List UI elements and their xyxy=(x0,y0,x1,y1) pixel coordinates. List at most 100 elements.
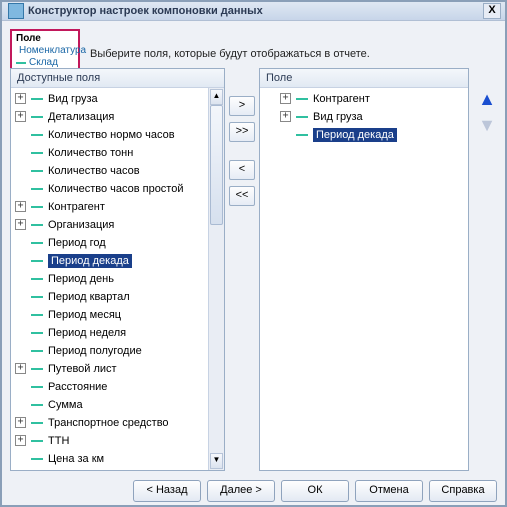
tree-item-label: ТТН xyxy=(48,435,69,447)
tree-item[interactable]: Период неделя xyxy=(11,324,224,342)
selected-fields-pane: Поле + Контрагент +Вид груза Период декада xyxy=(259,68,469,471)
tree-item[interactable]: Сумма xyxy=(11,396,224,414)
expand-icon[interactable]: + xyxy=(15,435,26,446)
cancel-button[interactable]: Отмена xyxy=(355,480,423,502)
tree-item-label: Контрагент xyxy=(313,93,370,105)
field-icon xyxy=(31,242,43,244)
move-up-button[interactable]: ▲ xyxy=(477,90,497,110)
field-icon xyxy=(31,368,43,370)
tree-item-label: Период неделя xyxy=(48,327,126,339)
scroll-thumb[interactable] xyxy=(210,105,223,225)
selected-fields-title: Поле xyxy=(260,69,468,88)
tree-item-label: Организация xyxy=(48,219,114,231)
tree-item[interactable]: +Транспортное средство xyxy=(11,414,224,432)
remove-all-button[interactable]: << xyxy=(229,186,255,206)
main-panels: Доступные поля +Вид груза+ДетализацияКол… xyxy=(10,68,497,471)
tree-item[interactable]: Период квартал xyxy=(11,288,224,306)
expand-spacer xyxy=(15,309,26,320)
tree-item-label: Детализация xyxy=(48,111,114,123)
tree-item[interactable]: Период полугодие xyxy=(11,342,224,360)
scroll-up-button[interactable]: ▲ xyxy=(210,89,223,105)
window-title: Конструктор настроек компоновки данных xyxy=(28,5,483,17)
tree-item-label: Цена за км xyxy=(48,453,104,465)
field-icon xyxy=(296,98,308,100)
scroll-down-button[interactable]: ▼ xyxy=(210,453,223,469)
expand-spacer xyxy=(15,255,26,266)
expand-icon[interactable]: + xyxy=(15,201,26,212)
expand-icon[interactable]: + xyxy=(15,111,26,122)
remove-button[interactable]: < xyxy=(229,160,255,180)
reorder-buttons: ▲ ▼ xyxy=(477,90,497,471)
field-icon xyxy=(31,422,43,424)
tree-item[interactable]: + Организация xyxy=(11,216,224,234)
dialog-window: Конструктор настроек компоновки данных X… xyxy=(0,0,507,507)
tree-item-label: Сумма xyxy=(48,399,83,411)
tree-item[interactable]: +Вид груза xyxy=(260,108,468,126)
tree-item[interactable]: Цена за км xyxy=(11,450,224,468)
tree-item[interactable]: +Вид груза xyxy=(11,90,224,108)
tree-item-label: Период квартал xyxy=(48,291,130,303)
expand-spacer xyxy=(15,345,26,356)
selected-fields-tree: + Контрагент +Вид груза Период декада xyxy=(260,88,468,146)
tree-item[interactable]: + Путевой лист xyxy=(11,360,224,378)
tree-item-label: Период полугодие xyxy=(48,345,142,357)
field-icon xyxy=(31,458,43,460)
field-icon xyxy=(31,278,43,280)
move-down-button[interactable]: ▼ xyxy=(477,116,497,136)
available-fields-scroll[interactable]: +Вид груза+ДетализацияКоличество нормо ч… xyxy=(11,88,224,470)
add-all-button[interactable]: >> xyxy=(229,122,255,142)
available-fields-tree: +Вид груза+ДетализацияКоличество нормо ч… xyxy=(11,88,224,470)
expand-spacer xyxy=(280,129,291,140)
field-icon xyxy=(31,188,43,190)
field-icon xyxy=(31,332,43,334)
tree-item-label: Период декада xyxy=(313,128,397,142)
field-icon xyxy=(31,206,43,208)
tree-item-label: Количество часов простой xyxy=(48,183,184,195)
available-fields-title: Доступные поля xyxy=(11,69,224,88)
tree-item[interactable]: Расстояние xyxy=(11,378,224,396)
tree-item[interactable]: Период декада xyxy=(11,252,224,270)
tree-item[interactable]: + ТТН xyxy=(11,432,224,450)
field-icon xyxy=(31,440,43,442)
title-bar: Конструктор настроек компоновки данных X xyxy=(2,2,505,21)
tree-item[interactable]: + Детализация xyxy=(11,108,224,126)
instruction-text: Выберите поля, которые будут отображатьс… xyxy=(90,48,470,60)
expand-icon[interactable]: + xyxy=(15,93,26,104)
tree-item[interactable]: Количество часов xyxy=(11,162,224,180)
add-button[interactable]: > xyxy=(229,96,255,116)
tree-item[interactable]: Количество тонн xyxy=(11,144,224,162)
expand-spacer xyxy=(15,165,26,176)
tree-item[interactable]: Период день xyxy=(11,270,224,288)
field-icon xyxy=(31,314,43,316)
ok-button[interactable]: ОК xyxy=(281,480,349,502)
expand-icon[interactable]: + xyxy=(280,93,291,104)
move-buttons: > >> < << xyxy=(229,96,255,471)
field-icon xyxy=(31,116,43,118)
expand-spacer xyxy=(15,399,26,410)
tree-item[interactable]: Период год xyxy=(11,234,224,252)
content-area: Поле Номенклатура Склад Сумма Выберите п… xyxy=(2,21,505,477)
close-button[interactable]: X xyxy=(483,3,501,19)
scrollbar[interactable]: ▲ ▼ xyxy=(208,88,224,470)
next-button[interactable]: Далее > xyxy=(207,480,275,502)
field-icon xyxy=(296,134,308,136)
tree-item[interactable]: Количество нормо часов xyxy=(11,126,224,144)
tree-item-label: Период месяц xyxy=(48,309,121,321)
tree-item[interactable]: + Контрагент xyxy=(260,90,468,108)
expand-icon[interactable]: + xyxy=(15,219,26,230)
selected-fields-scroll[interactable]: + Контрагент +Вид груза Период декада xyxy=(260,88,468,470)
field-icon xyxy=(31,296,43,298)
tree-item[interactable]: Количество часов простой xyxy=(11,180,224,198)
tree-item[interactable]: Период декада xyxy=(260,126,468,144)
back-button[interactable]: < Назад xyxy=(133,480,201,502)
tree-item[interactable]: +Контрагент xyxy=(11,198,224,216)
field-icon xyxy=(31,404,43,406)
expand-icon[interactable]: + xyxy=(15,417,26,428)
legend-header: Поле xyxy=(16,33,74,45)
expand-icon[interactable]: + xyxy=(15,363,26,374)
help-button[interactable]: Справка xyxy=(429,480,497,502)
tree-item-label: Путевой лист xyxy=(48,363,117,375)
tree-item[interactable]: Период месяц xyxy=(11,306,224,324)
app-icon xyxy=(8,3,24,19)
expand-icon[interactable]: + xyxy=(280,111,291,122)
